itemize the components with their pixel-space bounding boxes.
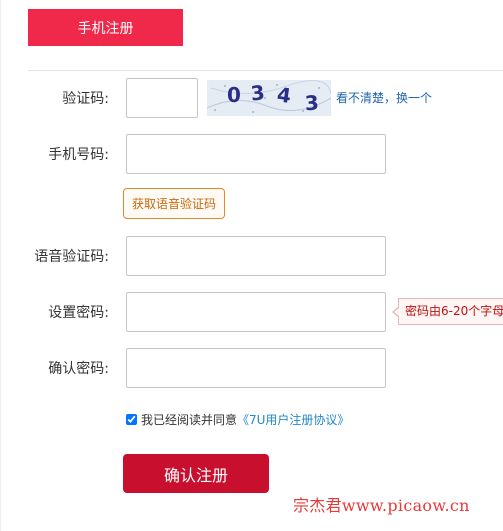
phone-input[interactable] [126, 134, 386, 174]
password-hint-text: 密码由6-20个字母 [405, 304, 503, 318]
agreement-checkbox[interactable] [126, 414, 137, 425]
left-border [0, 0, 1, 531]
phone-label: 手机号码: [48, 147, 109, 163]
captcha-char-1: 0 [227, 83, 241, 107]
captcha-svg: 0 3 4 3 [206, 80, 332, 116]
voice-code-button[interactable]: 获取语音验证码 [123, 188, 225, 219]
confirm-password-label: 确认密码: [48, 361, 109, 377]
voice-code-input[interactable] [126, 236, 386, 276]
password-input[interactable] [126, 292, 386, 332]
tab-phone-register[interactable]: 手机注册 [28, 9, 183, 46]
hint-arrow-inner [394, 307, 400, 317]
submit-button-label: 确认注册 [163, 465, 228, 485]
confirm-password-input[interactable] [126, 348, 386, 388]
tab-label: 手机注册 [77, 20, 134, 37]
voice-code-label: 语音验证码: [34, 249, 109, 265]
password-hint: 密码由6-20个字母 [398, 298, 503, 325]
captcha-image[interactable]: 0 3 4 3 [206, 80, 332, 116]
captcha-label: 验证码: [62, 91, 109, 107]
agreement-row: 我已经阅读并同意 《7U用户注册协议》 [126, 411, 349, 428]
submit-button[interactable]: 确认注册 [123, 454, 269, 493]
captcha-refresh-link[interactable]: 看不清楚，换一个 [336, 89, 432, 106]
captcha-input[interactable] [126, 78, 198, 118]
agreement-text: 我已经阅读并同意 [141, 413, 238, 427]
password-label: 设置密码: [48, 305, 109, 321]
divider [28, 70, 503, 71]
captcha-char-2: 3 [249, 80, 265, 105]
agreement-link[interactable]: 《7U用户注册协议》 [237, 411, 349, 428]
voice-code-button-label: 获取语音验证码 [131, 197, 216, 211]
captcha-char-4: 3 [304, 90, 320, 115]
watermark: 宗杰君www.picaow.cn [293, 496, 470, 515]
